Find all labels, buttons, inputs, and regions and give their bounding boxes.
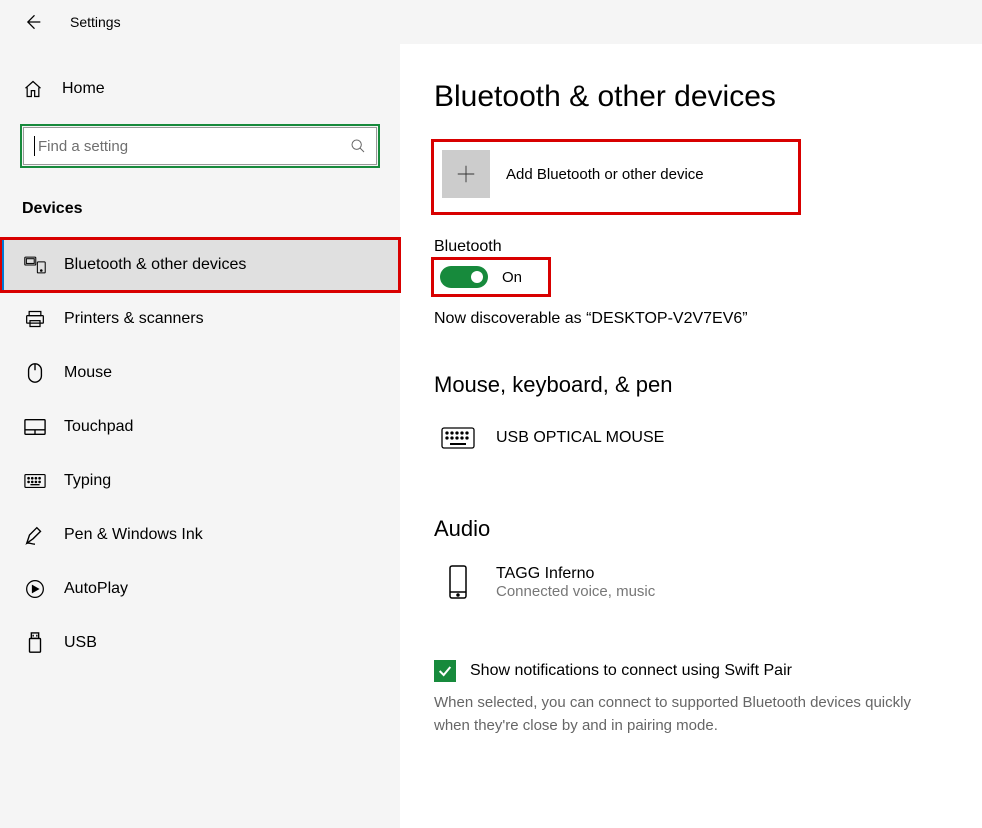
add-device-button[interactable]: Add Bluetooth or other device — [434, 142, 798, 212]
sidebar-item-label: Mouse — [64, 364, 112, 382]
section-heading-mouse: Mouse, keyboard, & pen — [434, 372, 952, 398]
touchpad-icon — [24, 416, 46, 438]
sidebar-nav: Bluetooth & other devices Printers & sca… — [0, 238, 400, 670]
sidebar-item-touchpad[interactable]: Touchpad — [0, 400, 400, 454]
device-name: USB OPTICAL MOUSE — [496, 429, 664, 447]
sidebar-item-label: Printers & scanners — [64, 310, 204, 328]
sidebar-item-label: Touchpad — [64, 418, 133, 436]
toggle-state-label: On — [502, 269, 522, 286]
sidebar-item-label: USB — [64, 634, 97, 652]
section-heading-audio: Audio — [434, 516, 952, 542]
add-device-label: Add Bluetooth or other device — [506, 166, 704, 183]
sidebar-item-bluetooth[interactable]: Bluetooth & other devices — [0, 238, 400, 292]
bluetooth-toggle-row: On — [434, 260, 548, 294]
search-box[interactable] — [23, 127, 377, 165]
sidebar-home-label: Home — [62, 80, 105, 98]
printer-icon — [24, 308, 46, 330]
usb-icon — [24, 632, 46, 654]
swift-pair-row: Show notifications to connect using Swif… — [434, 660, 952, 682]
sidebar-home[interactable]: Home — [0, 68, 400, 110]
sidebar-item-mouse[interactable]: Mouse — [0, 346, 400, 400]
plus-icon — [442, 150, 490, 198]
keyboard-icon — [24, 470, 46, 492]
main-content: Bluetooth & other devices Add Bluetooth … — [400, 44, 982, 828]
bluetooth-toggle[interactable] — [440, 266, 488, 288]
sidebar-section-header: Devices — [0, 186, 400, 228]
back-button[interactable] — [20, 10, 44, 34]
discoverable-text: Now discoverable as “DESKTOP-V2V7EV6” — [434, 310, 952, 328]
device-row-mouse[interactable]: USB OPTICAL MOUSE — [434, 412, 952, 476]
titlebar: Settings — [0, 0, 982, 44]
sidebar-item-printers[interactable]: Printers & scanners — [0, 292, 400, 346]
home-icon — [22, 78, 44, 100]
bluetooth-devices-icon — [24, 254, 46, 276]
bluetooth-label: Bluetooth — [434, 238, 952, 256]
device-row-audio[interactable]: TAGG Inferno Connected voice, music — [434, 556, 952, 620]
sidebar: Home Devices — [0, 44, 400, 828]
page-title: Bluetooth & other devices — [434, 80, 952, 114]
swift-pair-checkbox[interactable] — [434, 660, 456, 682]
sidebar-item-label: AutoPlay — [64, 580, 128, 598]
sidebar-item-label: Typing — [64, 472, 111, 490]
sidebar-item-pen[interactable]: Pen & Windows Ink — [0, 508, 400, 562]
autoplay-icon — [24, 578, 46, 600]
search-input[interactable] — [38, 138, 350, 155]
sidebar-item-label: Pen & Windows Ink — [64, 526, 203, 544]
swift-pair-description: When selected, you can connect to suppor… — [434, 692, 934, 737]
toggle-knob — [471, 271, 483, 283]
swift-pair-label: Show notifications to connect using Swif… — [470, 662, 792, 680]
mouse-icon — [24, 362, 46, 384]
keyboard-device-icon — [440, 420, 476, 456]
search-highlight — [20, 124, 380, 168]
device-name: TAGG Inferno — [496, 565, 655, 583]
pen-icon — [24, 524, 46, 546]
sidebar-item-label: Bluetooth & other devices — [64, 256, 246, 274]
sidebar-item-typing[interactable]: Typing — [0, 454, 400, 508]
device-status: Connected voice, music — [496, 583, 655, 600]
text-cursor — [34, 136, 35, 156]
phone-device-icon — [440, 564, 476, 600]
search-icon — [350, 138, 366, 154]
sidebar-item-usb[interactable]: USB — [0, 616, 400, 670]
sidebar-item-autoplay[interactable]: AutoPlay — [0, 562, 400, 616]
window-title: Settings — [70, 14, 121, 30]
